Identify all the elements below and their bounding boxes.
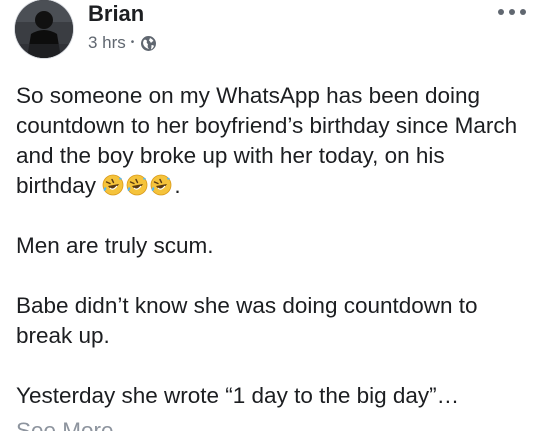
avatar[interactable] [15,0,73,58]
more-dot [520,9,526,15]
laughing-emoji-icon [126,174,148,196]
laughing-emoji-icon [150,174,172,196]
post-paragraph-1: So someone on my WhatsApp has been doing… [16,81,526,201]
post-paragraph-2: Men are truly scum. [16,233,214,258]
post-meta: 3 hrs • [88,33,157,53]
post-paragraph-1-text: So someone on my WhatsApp has been doing… [16,83,518,198]
avatar-image [15,0,73,58]
globe-icon [140,35,157,52]
author-name[interactable]: Brian [88,1,144,27]
post-timestamp[interactable]: 3 hrs [88,33,126,53]
post-paragraph-1-end: . [174,173,181,198]
more-dot [498,9,504,15]
more-options-icon[interactable] [498,4,526,20]
meta-separator: • [130,37,135,48]
post-body: So someone on my WhatsApp has been doing… [16,81,526,431]
more-dot [509,9,515,15]
post-card: Brian 3 hrs • So someone on my WhatsApp … [0,0,540,431]
see-more-link[interactable]: See More [16,416,114,431]
post-paragraph-4: Yesterday she wrote “1 day to the big da… [16,383,460,408]
post-paragraph-3: Babe didn’t know she was doing countdown… [16,293,478,348]
laughing-emoji-icon [102,174,124,196]
